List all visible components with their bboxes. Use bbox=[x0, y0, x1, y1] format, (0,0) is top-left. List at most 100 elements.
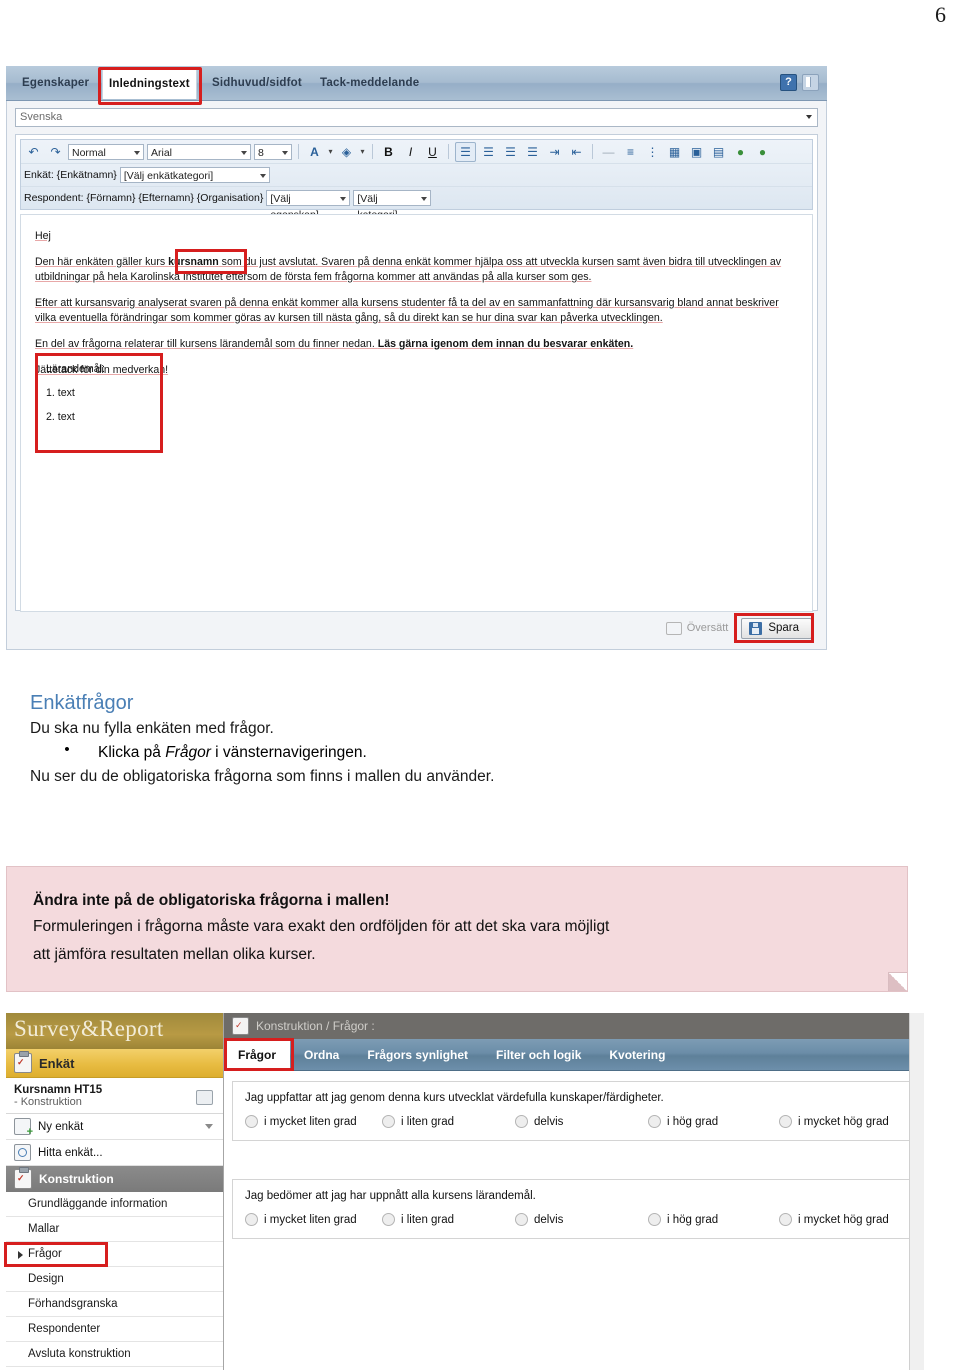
radio-option[interactable]: i liten grad bbox=[382, 1115, 515, 1128]
intro-text-editor-screenshot: Egenskaper Inledningstext Sidhuvud/sidfo… bbox=[6, 66, 827, 650]
undo-icon[interactable]: ↶ bbox=[24, 143, 43, 161]
tab-inledningstext[interactable]: Inledningstext bbox=[102, 68, 197, 99]
font-size-select[interactable]: 8 bbox=[254, 143, 292, 160]
bold-icon[interactable]: B bbox=[379, 143, 398, 161]
chevron-down-icon[interactable] bbox=[205, 1124, 213, 1129]
editor-tab-bar: Egenskaper Inledningstext Sidhuvud/sidfo… bbox=[6, 66, 827, 105]
tab-egenskaper[interactable]: Egenskaper bbox=[16, 66, 95, 100]
question-tab-bar: Frågor Ordna Frågors synlighet Filter oc… bbox=[224, 1038, 924, 1071]
horizontal-rule-icon[interactable]: — bbox=[599, 143, 618, 161]
callout-body-line-2: att jämföra resultaten mellan olika kurs… bbox=[33, 946, 316, 963]
radio-option[interactable]: i mycket hög grad bbox=[779, 1115, 889, 1128]
radio-option-label: i mycket hög grad bbox=[798, 1213, 889, 1226]
sidebar-item-ny-enkat[interactable]: Ny enkät bbox=[6, 1114, 223, 1140]
radio-option[interactable]: i hög grad bbox=[648, 1115, 779, 1128]
home-icon[interactable] bbox=[196, 1090, 213, 1105]
translate-button[interactable]: Översätt bbox=[659, 619, 736, 638]
sidebar-item-design[interactable]: Design bbox=[6, 1267, 223, 1292]
radio-option[interactable]: delvis bbox=[515, 1115, 648, 1128]
align-center-icon[interactable]: ☰ bbox=[479, 143, 498, 161]
help-icon[interactable]: ? bbox=[780, 74, 797, 91]
save-highlight-annotation bbox=[734, 613, 814, 643]
text-color-icon[interactable]: A bbox=[305, 143, 324, 161]
current-survey-title: Kursnamn HT15 bbox=[14, 1084, 103, 1096]
radio-icon bbox=[382, 1115, 395, 1128]
tab-filter-och-logik[interactable]: Filter och logik bbox=[482, 1039, 595, 1070]
align-left-icon[interactable]: ☰ bbox=[455, 141, 476, 162]
respondent-category-select[interactable]: [Välj kategori] bbox=[353, 190, 432, 221]
doc-p3-normal: En del av frågorna relaterar till kursen… bbox=[35, 338, 378, 350]
sidebar-item-mallar[interactable]: Mallar bbox=[6, 1217, 223, 1242]
sidebar-section-enkat[interactable]: Enkät bbox=[6, 1049, 223, 1078]
indent-increase-icon[interactable]: ⇤ bbox=[567, 143, 586, 161]
spellcheck-icon[interactable]: ▤ bbox=[709, 143, 728, 161]
rte-content-area[interactable]: Hej Den här enkäten gäller kurs kursnamn… bbox=[20, 214, 813, 612]
ordered-list-icon[interactable]: ≡ bbox=[621, 143, 640, 161]
radio-option[interactable]: i hög grad bbox=[648, 1213, 779, 1226]
callout-fold-corner bbox=[888, 972, 907, 991]
question-card[interactable]: Jag bedömer att jag har uppnått alla kur… bbox=[232, 1179, 916, 1239]
radio-icon bbox=[648, 1115, 661, 1128]
tab-fragors-synlighet[interactable]: Frågors synlighet bbox=[353, 1039, 482, 1070]
font-size-value: 8 bbox=[258, 146, 264, 159]
insert-link-icon[interactable]: ● bbox=[731, 143, 750, 161]
tab-kvotering[interactable]: Kvotering bbox=[595, 1039, 679, 1070]
radio-option-label: delvis bbox=[534, 1213, 564, 1226]
divider bbox=[372, 144, 373, 159]
underline-icon[interactable]: U bbox=[423, 143, 442, 161]
unordered-list-icon[interactable]: ⋮ bbox=[643, 143, 662, 161]
radio-option[interactable]: i mycket liten grad bbox=[245, 1213, 382, 1226]
radio-option-label: i liten grad bbox=[401, 1213, 455, 1226]
sidebar-item-respondenter[interactable]: Respondenter bbox=[6, 1317, 223, 1342]
align-justify-icon[interactable]: ☰ bbox=[523, 143, 542, 161]
enkat-merge-label: Enkät: {Enkätnamn} bbox=[24, 169, 117, 181]
align-right-icon[interactable]: ☰ bbox=[501, 143, 520, 161]
chevron-down-icon[interactable]: ▾ bbox=[327, 143, 334, 161]
chevron-down-icon bbox=[241, 150, 247, 155]
vertical-scrollbar[interactable] bbox=[909, 1013, 924, 1370]
toggle-panel-icon[interactable] bbox=[802, 74, 819, 91]
respondent-property-select[interactable]: [Välj egenskap] bbox=[266, 190, 351, 221]
redo-icon[interactable]: ↷ bbox=[46, 143, 65, 161]
image-icon[interactable]: ▣ bbox=[687, 143, 706, 161]
sidebar-section-konstruktion[interactable]: Konstruktion bbox=[6, 1166, 223, 1192]
radio-option-label: delvis bbox=[534, 1115, 564, 1128]
tab-ordna[interactable]: Ordna bbox=[290, 1039, 353, 1070]
learning-goals-heading: Lärandemål: bbox=[46, 363, 105, 375]
enkat-category-value: [Välj enkätkategori] bbox=[123, 170, 214, 182]
rte-toolbar: ↶ ↷ Normal Arial 8 A ▾ ◈ ▾ B I U ☰ ☰ ☰ ☰… bbox=[20, 139, 813, 221]
question-text: Jag uppfattar att jag genom denna kurs u… bbox=[245, 1092, 664, 1104]
radio-option[interactable]: i mycket hög grad bbox=[779, 1213, 889, 1226]
radio-option[interactable]: i mycket liten grad bbox=[245, 1115, 382, 1128]
sidebar-item-label: Hitta enkät... bbox=[38, 1146, 103, 1159]
sidebar-fragor-highlight-annotation bbox=[4, 1242, 108, 1267]
highlight-icon[interactable]: ◈ bbox=[337, 143, 356, 161]
chevron-down-icon[interactable]: ▾ bbox=[359, 143, 366, 161]
learning-goal-item: 2. text bbox=[46, 411, 75, 423]
radio-option-label: i hög grad bbox=[667, 1115, 719, 1128]
font-family-select[interactable]: Arial bbox=[147, 143, 251, 160]
question-card[interactable]: Jag uppfattar att jag genom denna kurs u… bbox=[232, 1081, 916, 1141]
chevron-down-icon bbox=[806, 115, 812, 119]
doc-greeting: Hej bbox=[35, 230, 51, 242]
language-select[interactable]: Svenska bbox=[15, 108, 818, 127]
indent-decrease-icon[interactable]: ⇥ bbox=[545, 143, 564, 161]
italic-icon[interactable]: I bbox=[401, 143, 420, 161]
rich-text-editor: ↶ ↷ Normal Arial 8 A ▾ ◈ ▾ B I U ☰ ☰ ☰ ☰… bbox=[15, 134, 818, 612]
paragraph-style-select[interactable]: Normal bbox=[68, 143, 144, 160]
sidebar-item-forhandsgranska[interactable]: Förhandsgranska bbox=[6, 1292, 223, 1317]
sidebar-item-hitta-enkat[interactable]: Hitta enkät... bbox=[6, 1140, 223, 1166]
warning-callout: Ändra inte på de obligatoriska frågorna … bbox=[6, 866, 908, 992]
tab-sidhuvud-sidfot[interactable]: Sidhuvud/sidfot bbox=[206, 66, 308, 100]
editor-body: Svenska ↶ ↷ Normal Arial 8 A ▾ ◈ ▾ B I U… bbox=[6, 101, 827, 650]
tab-tack-meddelande[interactable]: Tack-meddelande bbox=[314, 66, 425, 100]
radio-option[interactable]: delvis bbox=[515, 1213, 648, 1226]
enkat-category-select[interactable]: [Välj enkätkategori] bbox=[119, 167, 270, 183]
remove-link-icon[interactable]: ● bbox=[753, 143, 772, 161]
sidebar-item-avsluta-konstruktion[interactable]: Avsluta konstruktion bbox=[6, 1342, 223, 1367]
table-icon[interactable]: ▦ bbox=[665, 143, 684, 161]
editor-footer: Översätt Spara bbox=[15, 611, 818, 645]
radio-option[interactable]: i liten grad bbox=[382, 1213, 515, 1226]
survey-report-screenshot: Survey&Report Enkät Kursnamn HT15 - Kons… bbox=[6, 1013, 924, 1370]
sidebar-item-grundlaggande-information[interactable]: Grundläggande information bbox=[6, 1192, 223, 1217]
